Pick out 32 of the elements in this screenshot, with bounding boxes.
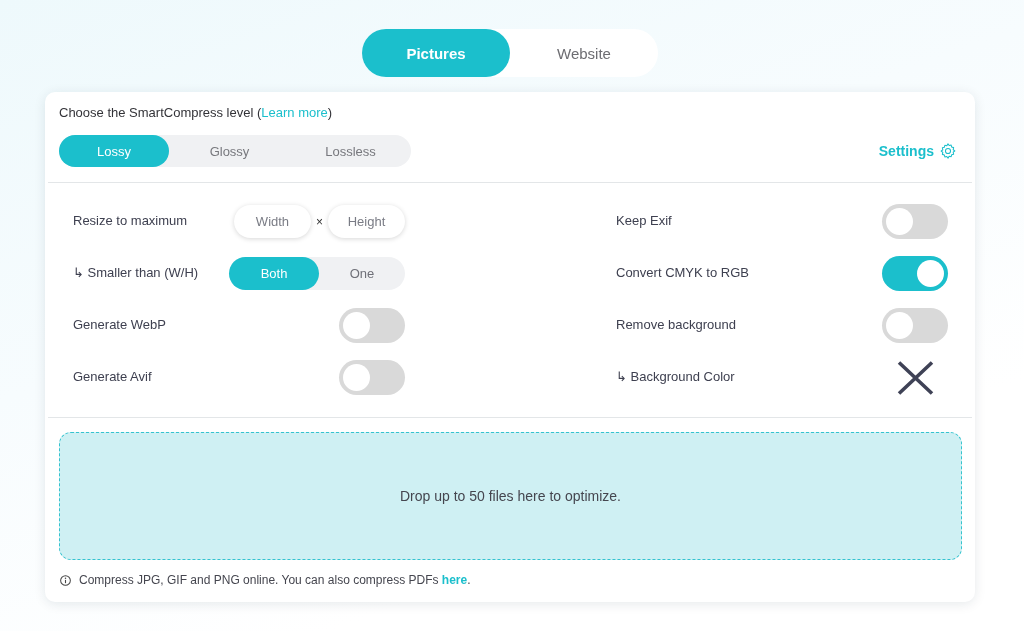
level-option[interactable]: Lossy — [59, 135, 169, 167]
option-label: Keep Exif — [616, 212, 672, 228]
toggle-switch[interactable] — [882, 308, 948, 343]
dimension-field[interactable]: Height — [328, 205, 405, 238]
option-label: Resize to maximum — [73, 212, 188, 228]
settings-icon — [939, 142, 957, 160]
cross-icon[interactable] — [895, 360, 935, 395]
settings-link[interactable]: Settings — [878, 142, 957, 160]
toggle-switch[interactable] — [339, 308, 405, 343]
info-note: Compress JPG, GIF and PNG online. You can also compress PDFs here. — [79, 573, 471, 587]
option-label: ↳ Background Color — [616, 368, 735, 384]
mode-tab[interactable]: Pictures — [362, 29, 510, 77]
learn-more-link[interactable]: Learn more — [261, 105, 328, 120]
info-icon — [60, 574, 71, 586]
level-option[interactable]: Lossless — [290, 135, 411, 167]
option-label: Remove background — [616, 316, 736, 332]
option-label: ↳ Smaller than (W/H) — [73, 264, 199, 280]
level-option[interactable]: Glossy — [169, 135, 290, 167]
toggle-switch[interactable] — [882, 204, 948, 239]
toggle-switch[interactable] — [339, 360, 405, 395]
level-prompt: Choose the SmartCompress level (Learn more) — [59, 105, 334, 121]
multiply-sign: × — [316, 214, 323, 229]
option-label: Convert CMYK to RGB — [616, 264, 749, 280]
option-label: Generate Avif — [73, 368, 152, 384]
size-mode-option[interactable]: One — [319, 257, 405, 290]
drop-zone[interactable]: Drop up to 50 files here to optimize. — [59, 432, 962, 560]
dimension-field[interactable]: Width — [234, 205, 311, 238]
option-label: Generate WebP — [73, 316, 166, 332]
mode-tab[interactable]: Website — [510, 29, 658, 77]
drop-hint: Drop up to 50 files here to optimize. — [400, 488, 621, 504]
size-mode-option[interactable]: Both — [229, 257, 319, 290]
toggle-switch[interactable] — [882, 256, 948, 291]
